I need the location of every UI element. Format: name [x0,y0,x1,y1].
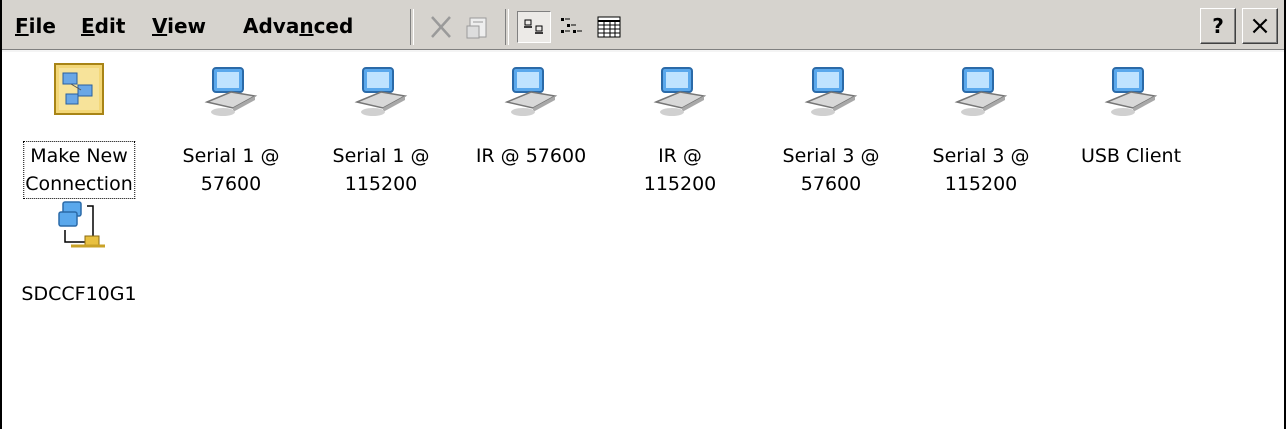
list-item-label: Serial 3 @ 115200 [932,145,1030,195]
list-item-label: IR @ 115200 [643,145,717,195]
help-button[interactable]: ? [1200,8,1236,44]
large-icons-view-icon [524,19,543,34]
small-icons-view-button[interactable] [555,11,589,43]
menu-view[interactable]: View [152,14,206,38]
separator [505,9,509,45]
menu-advanced[interactable]: Advanced [243,14,353,38]
menu-file[interactable]: File [15,14,56,38]
computer-connection-icon [653,67,707,116]
list-item-label: SDCCF10G1 [21,283,137,305]
network-connection-icon [58,201,105,248]
menu-edit[interactable]: Edit [81,14,125,38]
list-item-connection[interactable]: Serial 3 @ 57600 [761,62,901,202]
details-view-button[interactable] [592,11,626,43]
make-new-connection-icon [54,63,104,115]
properties-button[interactable] [461,11,495,43]
large-icons-view-button[interactable] [517,11,551,43]
computer-connection-icon [504,67,558,116]
list-item-network-connection[interactable]: SDCCF10G1 [9,200,149,305]
list-item-connection[interactable]: IR @ 115200 [610,62,750,202]
list-item-make-new-connection[interactable]: Make New Connection [9,62,149,202]
list-item-connection[interactable]: Serial 3 @ 115200 [911,62,1051,202]
help-icon: ? [1212,14,1224,38]
list-item-connection[interactable]: USB Client [1061,62,1201,202]
small-icons-view-icon [561,18,582,33]
command-bar: File Edit View Advanced ? × [2,0,1284,52]
connections-window: File Edit View Advanced ? × Make New Con… [0,0,1286,429]
computer-connection-icon [204,67,258,116]
list-item-label: USB Client [1080,145,1182,167]
list-item-connection[interactable]: IR @ 57600 [461,62,601,202]
list-item-label: Serial 1 @ 115200 [332,145,430,195]
connections-list: Make New Connection Serial 1 @ 57600 Ser… [2,52,1284,429]
computer-connection-icon [954,67,1008,116]
close-button[interactable]: × [1242,8,1278,44]
delete-button[interactable] [424,11,458,43]
list-item-label: Serial 3 @ 57600 [782,145,880,195]
separator [410,9,414,45]
list-item-connection[interactable]: Serial 1 @ 57600 [161,62,301,202]
list-item-label: Serial 1 @ 57600 [182,145,280,195]
properties-icon [466,17,487,39]
list-item-connection[interactable]: Serial 1 @ 115200 [311,62,451,202]
computer-connection-icon [354,67,408,116]
delete-icon [431,16,451,38]
details-view-icon [597,16,621,38]
computer-connection-icon [1104,67,1158,116]
list-item-label: IR @ 57600 [475,145,587,167]
close-icon: × [1249,11,1271,41]
computer-connection-icon [804,67,858,116]
list-item-label: Make New Connection [23,141,135,199]
